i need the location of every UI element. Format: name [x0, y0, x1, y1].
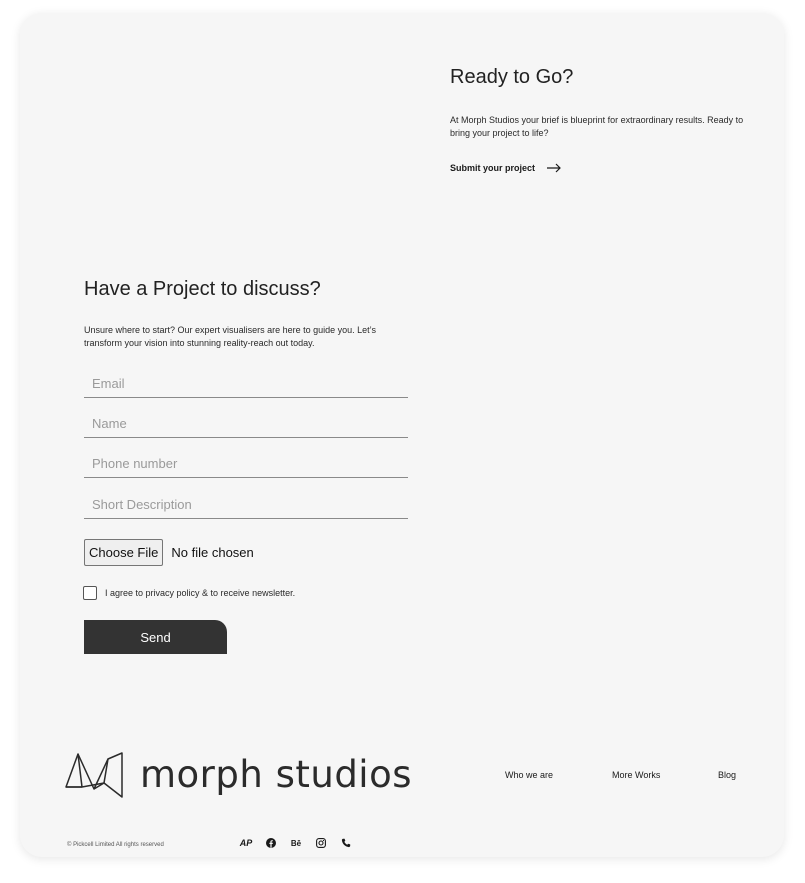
contact-card: Ready to Go? At Morph Studios your brief… [20, 13, 784, 857]
project-title: Have a Project to discuss? [84, 278, 321, 300]
agree-checkbox[interactable] [83, 586, 97, 600]
brand-name: morph studios [140, 752, 413, 796]
ready-title: Ready to Go? [450, 66, 574, 88]
nav-blog[interactable]: Blog [718, 770, 736, 780]
submit-project-label: Submit your project [450, 163, 536, 173]
send-button[interactable]: Send [84, 620, 227, 654]
file-status: No file chosen [171, 545, 254, 560]
behance-icon[interactable]: Bē [290, 837, 302, 849]
description-input[interactable] [84, 491, 408, 519]
agree-row: I agree to privacy policy & to receive n… [83, 586, 295, 600]
morph-logo-icon [65, 752, 123, 798]
name-input[interactable] [84, 410, 408, 438]
project-description: Unsure where to start? Our expert visual… [84, 325, 376, 348]
email-input[interactable] [84, 370, 408, 398]
file-upload: Choose File No file chosen [84, 539, 254, 566]
arrow-right-icon [547, 163, 561, 173]
choose-file-button[interactable]: Choose File [84, 539, 164, 566]
facebook-icon[interactable] [265, 837, 277, 849]
ap-logo-icon[interactable]: AP [240, 837, 253, 849]
nav-who-we-are[interactable]: Who we are [505, 770, 553, 780]
phone-icon[interactable] [340, 837, 352, 849]
copyright: © Pickcell Limited All rights reserved [67, 842, 164, 848]
brand-logo[interactable]: morph studios [64, 749, 412, 799]
nav-more-works[interactable]: More Works [612, 770, 660, 780]
submit-project-link[interactable]: Submit your project [450, 163, 562, 173]
phone-input[interactable] [84, 450, 408, 478]
instagram-icon[interactable] [315, 837, 327, 849]
social-links: AP Bē [240, 837, 352, 849]
ready-description: At Morph Studios your brief is blueprint… [450, 115, 744, 138]
agree-label: I agree to privacy policy & to receive n… [105, 588, 296, 598]
